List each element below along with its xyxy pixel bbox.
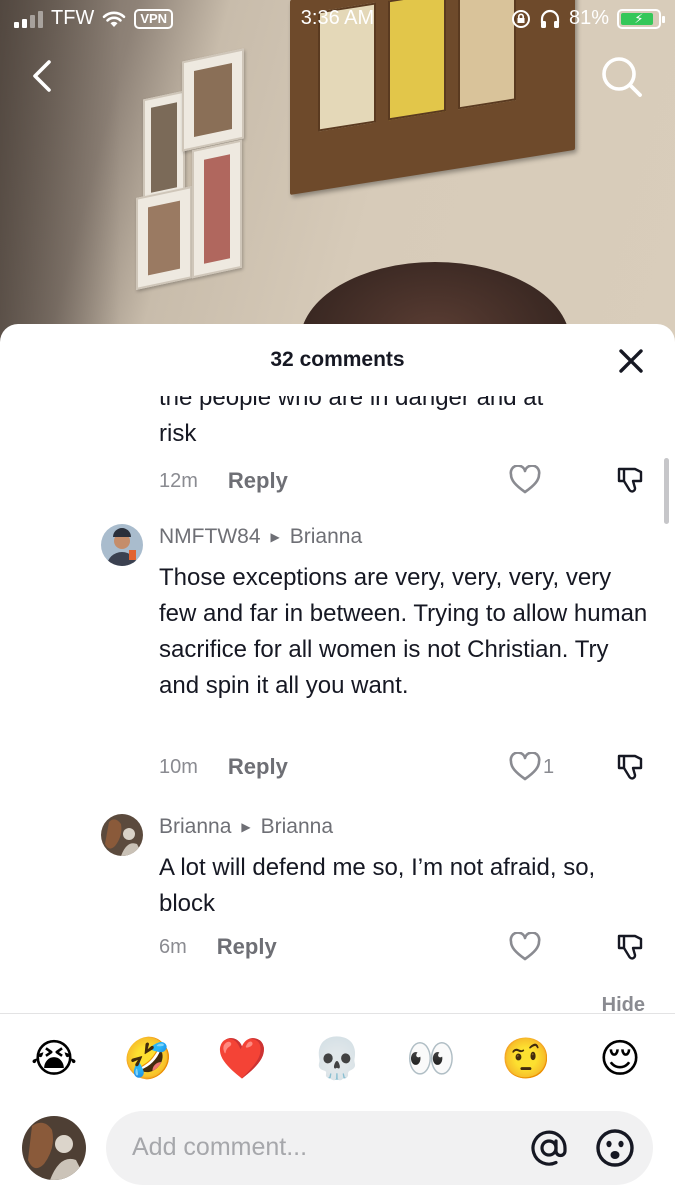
my-avatar <box>22 1116 86 1180</box>
like-button[interactable] <box>509 463 569 497</box>
headphones-icon <box>540 9 560 28</box>
reply-button[interactable]: Reply <box>228 468 288 494</box>
search-button[interactable] <box>599 54 645 100</box>
sheet-header: 32 comments <box>0 324 675 396</box>
battery-percent: 81% <box>568 7 609 29</box>
thumbs-down-icon <box>617 754 643 780</box>
emoji-rofl-button[interactable]: 🤣 <box>122 1033 174 1085</box>
reply-button[interactable]: Reply <box>228 754 288 780</box>
add-comment-placeholder: Add comment... <box>132 1133 308 1161</box>
comment-author[interactable]: Brianna <box>159 815 231 839</box>
avatar[interactable] <box>101 814 143 856</box>
close-icon <box>619 349 643 373</box>
comment-author[interactable]: NMFTW84 <box>159 525 261 549</box>
comment-meta: 6m Reply <box>159 932 277 962</box>
emoji-heart-button[interactable]: ❤️ <box>216 1033 268 1085</box>
photo-frame <box>182 48 244 152</box>
heart-icon <box>509 465 541 494</box>
comment-text: the people who are in danger and at risk <box>159 396 544 447</box>
emoji-picker-icon <box>596 1129 634 1167</box>
heart-icon <box>509 752 541 781</box>
comment-author-line: Brianna ▶ Brianna <box>159 812 333 842</box>
comment-text: Those exceptions are very, very, very, v… <box>159 564 648 699</box>
comment-meta: 10m Reply <box>159 752 288 782</box>
comment-time: 6m <box>159 935 187 958</box>
emoji-eyes-button[interactable]: 👀 <box>405 1033 457 1085</box>
search-icon <box>602 57 642 97</box>
battery-icon: ⚡ <box>617 8 665 29</box>
dislike-button[interactable] <box>615 464 649 498</box>
video-background <box>0 0 675 360</box>
close-button[interactable] <box>617 347 645 375</box>
quick-emoji-bar: 😭 🤣 ❤️ 💀 👀 🤨 😌 <box>0 1033 675 1089</box>
reply-button[interactable]: Reply <box>217 934 277 960</box>
scrollbar[interactable] <box>664 458 669 524</box>
photo-frame <box>136 186 192 290</box>
comment-count-title: 32 comments <box>270 348 405 371</box>
photo-frame <box>192 139 242 279</box>
status-bar: TFW VPN 3:36 AM 81% ⚡ <box>0 0 675 40</box>
like-button[interactable]: 1 <box>509 750 569 784</box>
thumbs-down-icon <box>617 934 643 960</box>
comment-time: 12m <box>159 469 198 492</box>
emoji-relieved-button[interactable]: 😌 <box>594 1033 646 1085</box>
emoji-skull-button[interactable]: 💀 <box>311 1033 363 1085</box>
dislike-button[interactable] <box>615 751 649 785</box>
photo-frame <box>143 90 185 205</box>
chevron-left-icon <box>33 60 51 92</box>
mention-button[interactable] <box>528 1127 570 1169</box>
emoji-raised-eyebrow-button[interactable]: 🤨 <box>500 1033 552 1085</box>
reply-arrow-icon: ▶ <box>241 820 251 834</box>
emoji-picker-button[interactable] <box>594 1127 636 1169</box>
heart-icon <box>509 932 541 961</box>
reply-to-user[interactable]: Brianna <box>261 815 333 839</box>
comment-list[interactable]: the people who are in danger and at risk… <box>0 396 675 1014</box>
comment-meta: 12m Reply <box>159 466 288 496</box>
orientation-lock-icon <box>511 9 530 28</box>
avatar[interactable] <box>101 524 143 566</box>
dislike-button[interactable] <box>615 931 649 965</box>
reply-arrow-icon: ▶ <box>270 530 280 544</box>
like-button[interactable] <box>509 930 569 964</box>
thumbs-down-icon <box>617 467 643 493</box>
like-count: 1 <box>543 755 555 778</box>
divider <box>0 1013 675 1014</box>
comment-time: 10m <box>159 755 198 778</box>
back-button[interactable] <box>22 54 62 98</box>
reply-to-user[interactable]: Brianna <box>290 525 362 549</box>
at-sign-icon <box>531 1130 567 1166</box>
comment-author-line: NMFTW84 ▶ Brianna <box>159 522 362 552</box>
add-comment-input[interactable]: Add comment... <box>106 1111 653 1185</box>
emoji-crying-button[interactable]: 😭 <box>28 1033 80 1085</box>
hide-replies-button[interactable]: Hide <box>602 994 645 1014</box>
comment-text: A lot will defend me so, I’m not afraid,… <box>159 854 596 917</box>
